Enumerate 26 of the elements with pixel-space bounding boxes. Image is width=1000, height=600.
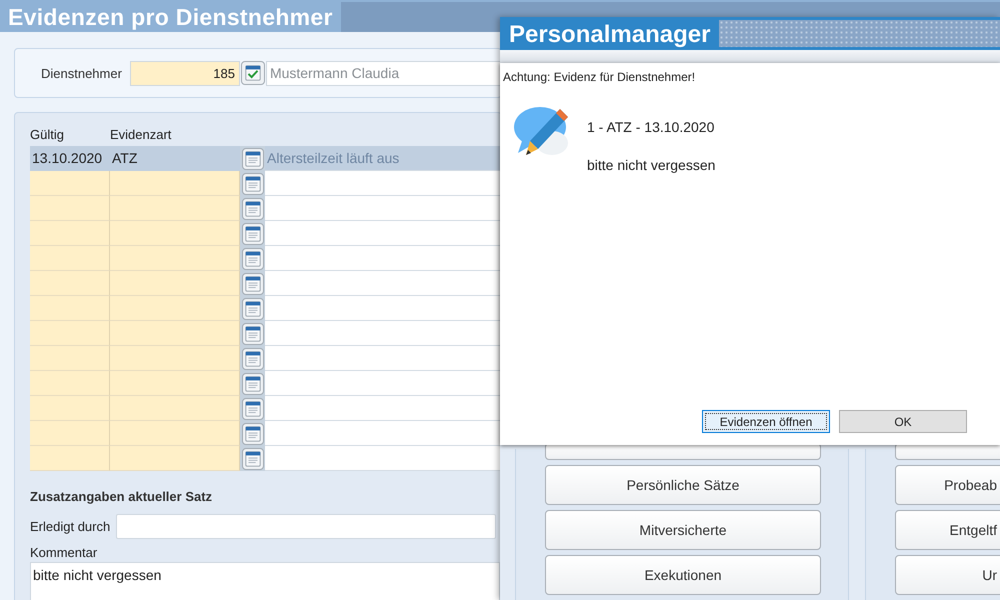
- column-header: Gültig: [30, 127, 64, 142]
- menu-button[interactable]: Mitversicherte: [545, 510, 821, 550]
- section-heading: Zusatzangaben aktueller Satz: [30, 489, 214, 504]
- employee-number-field[interactable]: 185: [130, 60, 240, 86]
- menu-button[interactable]: Entgeltf: [895, 510, 1000, 550]
- dialog-title: Achtung: Evidenz für Dienstnehmer!: [502, 69, 696, 86]
- table-row[interactable]: 13.10.2020 ATZ Altersteilzeit läuft aus: [30, 146, 501, 171]
- window-title: Evidenzen pro Dienstnehmer: [7, 3, 334, 32]
- description-cell: Altersteilzeit läuft aus: [265, 146, 500, 171]
- menu-button[interactable]: Ur: [895, 555, 1000, 595]
- dialog-button[interactable]: OK: [839, 410, 967, 433]
- window-title: Personalmanager: [508, 20, 712, 50]
- field-label: Erledigt durch: [30, 519, 110, 534]
- dialog-button[interactable]: Evidenzen öffnen: [702, 410, 830, 433]
- menu-button[interactable]: Probeab: [895, 465, 1000, 505]
- message-text: bitte nicht vergessen: [587, 157, 716, 173]
- type-cell: ATZ: [110, 146, 240, 171]
- message-headline: 1 - ATZ - 13.10.2020: [587, 119, 716, 135]
- comment-field[interactable]: bitte nicht vergessen: [30, 562, 500, 600]
- date-cell: 13.10.2020: [30, 146, 110, 171]
- menu-button[interactable]: Persönliche Sätze: [545, 465, 821, 505]
- field-label: Dienstnehmer: [41, 66, 122, 80]
- field-label: Kommentar: [30, 545, 98, 560]
- menu-button[interactable]: Exekutionen: [545, 555, 821, 595]
- employee-name-field: Mustermann Claudia: [266, 60, 501, 86]
- column-header: Evidenzart: [110, 127, 172, 142]
